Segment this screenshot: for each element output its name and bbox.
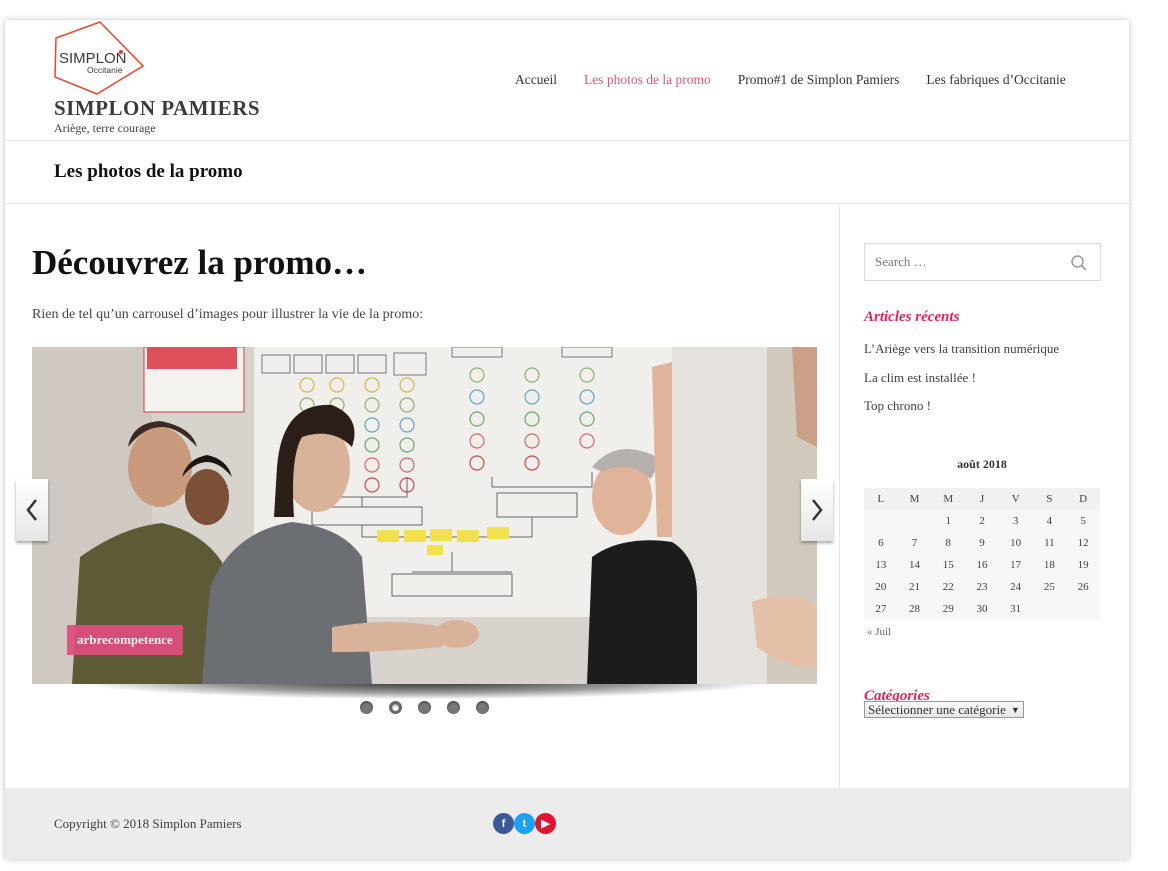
calendar-day-header: J bbox=[965, 488, 999, 510]
twitter-icon[interactable]: t bbox=[514, 813, 535, 834]
calendar-day-cell: 11 bbox=[1032, 532, 1067, 554]
carousel-next-button[interactable] bbox=[801, 479, 833, 541]
categories-dropdown-value: Sélectionner une catégorie bbox=[868, 701, 1006, 717]
main-navigation: Accueil Les photos de la promo Promo#1 d… bbox=[515, 72, 1066, 88]
calendar-day-cell bbox=[1066, 598, 1100, 620]
calendar-prev-month-link[interactable]: « Juil bbox=[867, 626, 891, 638]
calendar-day-cell: 17 bbox=[998, 554, 1033, 576]
calendar-day-cell: 24 bbox=[998, 576, 1033, 598]
recent-posts-title: Articles récents bbox=[864, 309, 960, 325]
sidebar: Articles récents L’Ariège vers la transi… bbox=[841, 204, 1129, 788]
social-links: f t ▶ bbox=[493, 813, 556, 834]
nav-item-photos-promo[interactable]: Les photos de la promo bbox=[584, 72, 711, 88]
calendar-day-cell: 9 bbox=[965, 532, 999, 554]
calendar-day-header: D bbox=[1066, 488, 1100, 510]
calendar-day-cell: 18 bbox=[1032, 554, 1067, 576]
page-title-bar: Les photos de la promo bbox=[5, 141, 1129, 204]
chevron-right-icon bbox=[812, 499, 823, 521]
site-title[interactable]: SIMPLON PAMIERS bbox=[54, 96, 260, 121]
calendar-day-cell: 6 bbox=[864, 532, 898, 554]
calendar-day-cell: 7 bbox=[897, 532, 932, 554]
calendar-day-cell: 28 bbox=[897, 598, 932, 620]
page-container: SIMPLON Occitanie SIMPLON PAMIERS Ariège… bbox=[5, 20, 1129, 859]
article-heading: Découvrez la promo… bbox=[32, 243, 368, 282]
site-header: SIMPLON Occitanie SIMPLON PAMIERS Ariège… bbox=[5, 20, 1129, 141]
calendar-day-cell: 30 bbox=[965, 598, 999, 620]
calendar-day-cell: 19 bbox=[1066, 554, 1100, 576]
calendar-day-header: V bbox=[998, 488, 1033, 510]
nav-item-promo-1[interactable]: Promo#1 de Simplon Pamiers bbox=[738, 72, 900, 88]
calendar-day-cell: 25 bbox=[1032, 576, 1067, 598]
site-description: Ariège, terre courage bbox=[54, 121, 156, 135]
calendar-day-header: S bbox=[1032, 488, 1067, 510]
calendar-day-cell: 29 bbox=[931, 598, 966, 620]
calendar-day-cell: 14 bbox=[897, 554, 932, 576]
article-intro: Rien de tel qu’un carrousel d’images pou… bbox=[32, 307, 424, 322]
carousel-dot-2[interactable] bbox=[389, 701, 402, 714]
calendar-day-cell: 21 bbox=[897, 576, 932, 598]
nav-item-accueil[interactable]: Accueil bbox=[515, 72, 557, 88]
carousel-dot-4[interactable] bbox=[447, 701, 460, 714]
calendar-week-row: 27 28 29 30 31 bbox=[864, 598, 1100, 620]
calendar-day-cell: 3 bbox=[998, 510, 1033, 532]
calendar-week-row: 20 21 22 23 24 25 26 bbox=[864, 576, 1100, 598]
carousel-caption: arbrecompetence bbox=[67, 625, 183, 655]
carousel-dot-5[interactable] bbox=[476, 701, 489, 714]
facebook-icon[interactable]: f bbox=[493, 813, 514, 834]
calendar-day-cell: 31 bbox=[998, 598, 1033, 620]
recent-post-link[interactable]: Top chrono ! bbox=[864, 398, 1059, 415]
logo-text-occitanie: Occitanie bbox=[87, 65, 123, 75]
calendar-body: 1 2 3 4 5 6 7 8 9 10 11 12 13 14 15 16 17 18 19 20 21 22 23 24 2… bbox=[864, 510, 1100, 620]
calendar-caption: août 2018 bbox=[957, 457, 1007, 471]
calendar-table: L M M J V S D 1 2 3 4 5 6 7 8 9 10 11 12 13 14 15 16 17 1… bbox=[864, 488, 1100, 620]
chevron-left-icon bbox=[26, 499, 37, 521]
calendar-day-header: M bbox=[931, 488, 966, 510]
calendar-week-row: 13 14 15 16 17 18 19 bbox=[864, 554, 1100, 576]
calendar-day-cell: 8 bbox=[931, 532, 966, 554]
caret-down-icon: ▼ bbox=[1010, 704, 1020, 715]
calendar-day-cell: 26 bbox=[1066, 576, 1100, 598]
calendar-day-header: M bbox=[897, 488, 932, 510]
calendar-day-cell: 5 bbox=[1066, 510, 1100, 532]
calendar-day-cell: 12 bbox=[1066, 532, 1100, 554]
calendar-day-cell bbox=[864, 510, 898, 532]
recent-posts-list: L’Ariège vers la transition numérique La… bbox=[864, 341, 1059, 427]
nav-item-fabriques-occitanie[interactable]: Les fabriques d’Occitanie bbox=[926, 72, 1065, 88]
site-footer: Copyright © 2018 Simplon Pamiers f t ▶ bbox=[5, 788, 1129, 859]
search-icon[interactable] bbox=[1070, 254, 1088, 272]
main-content: Découvrez la promo… Rien de tel qu’un ca… bbox=[5, 204, 840, 788]
carousel-dot-3[interactable] bbox=[418, 701, 431, 714]
calendar-day-cell: 15 bbox=[931, 554, 966, 576]
calendar-day-cell bbox=[1032, 598, 1067, 620]
calendar-day-cell: 16 bbox=[965, 554, 999, 576]
recent-post-link[interactable]: L’Ariège vers la transition numérique bbox=[864, 341, 1059, 358]
categories-dropdown[interactable]: Sélectionner une catégorie ▼ bbox=[864, 701, 1024, 718]
calendar-day-cell: 20 bbox=[864, 576, 898, 598]
calendar-day-cell bbox=[897, 510, 932, 532]
recent-post-link[interactable]: La clim est installée ! bbox=[864, 370, 1059, 387]
youtube-icon[interactable]: ▶ bbox=[535, 813, 556, 834]
image-carousel: arbrecompetence bbox=[16, 347, 833, 699]
carousel-dot-1[interactable] bbox=[360, 701, 373, 714]
calendar-day-cell: 22 bbox=[931, 576, 966, 598]
calendar-week-row: 6 7 8 9 10 11 12 bbox=[864, 532, 1100, 554]
copyright-text: Copyright © 2018 Simplon Pamiers bbox=[54, 816, 242, 831]
calendar-day-cell: 4 bbox=[1032, 510, 1067, 532]
page-title: Les photos de la promo bbox=[54, 161, 243, 182]
simplon-logo[interactable]: SIMPLON Occitanie bbox=[53, 21, 145, 95]
calendar-week-row: 12345 bbox=[864, 510, 1100, 532]
calendar-day-cell: 23 bbox=[965, 576, 999, 598]
carousel-pagination bbox=[360, 701, 489, 714]
search-form bbox=[864, 243, 1101, 281]
calendar-day-cell: 2 bbox=[965, 510, 999, 532]
calendar-day-header: L bbox=[864, 488, 898, 510]
carousel-prev-button[interactable] bbox=[16, 479, 48, 541]
calendar-day-cell: 27 bbox=[864, 598, 898, 620]
calendar-day-cell: 10 bbox=[998, 532, 1033, 554]
calendar-day-cell: 13 bbox=[864, 554, 898, 576]
calendar-day-cell: 1 bbox=[931, 510, 966, 532]
search-input[interactable] bbox=[865, 244, 1065, 280]
